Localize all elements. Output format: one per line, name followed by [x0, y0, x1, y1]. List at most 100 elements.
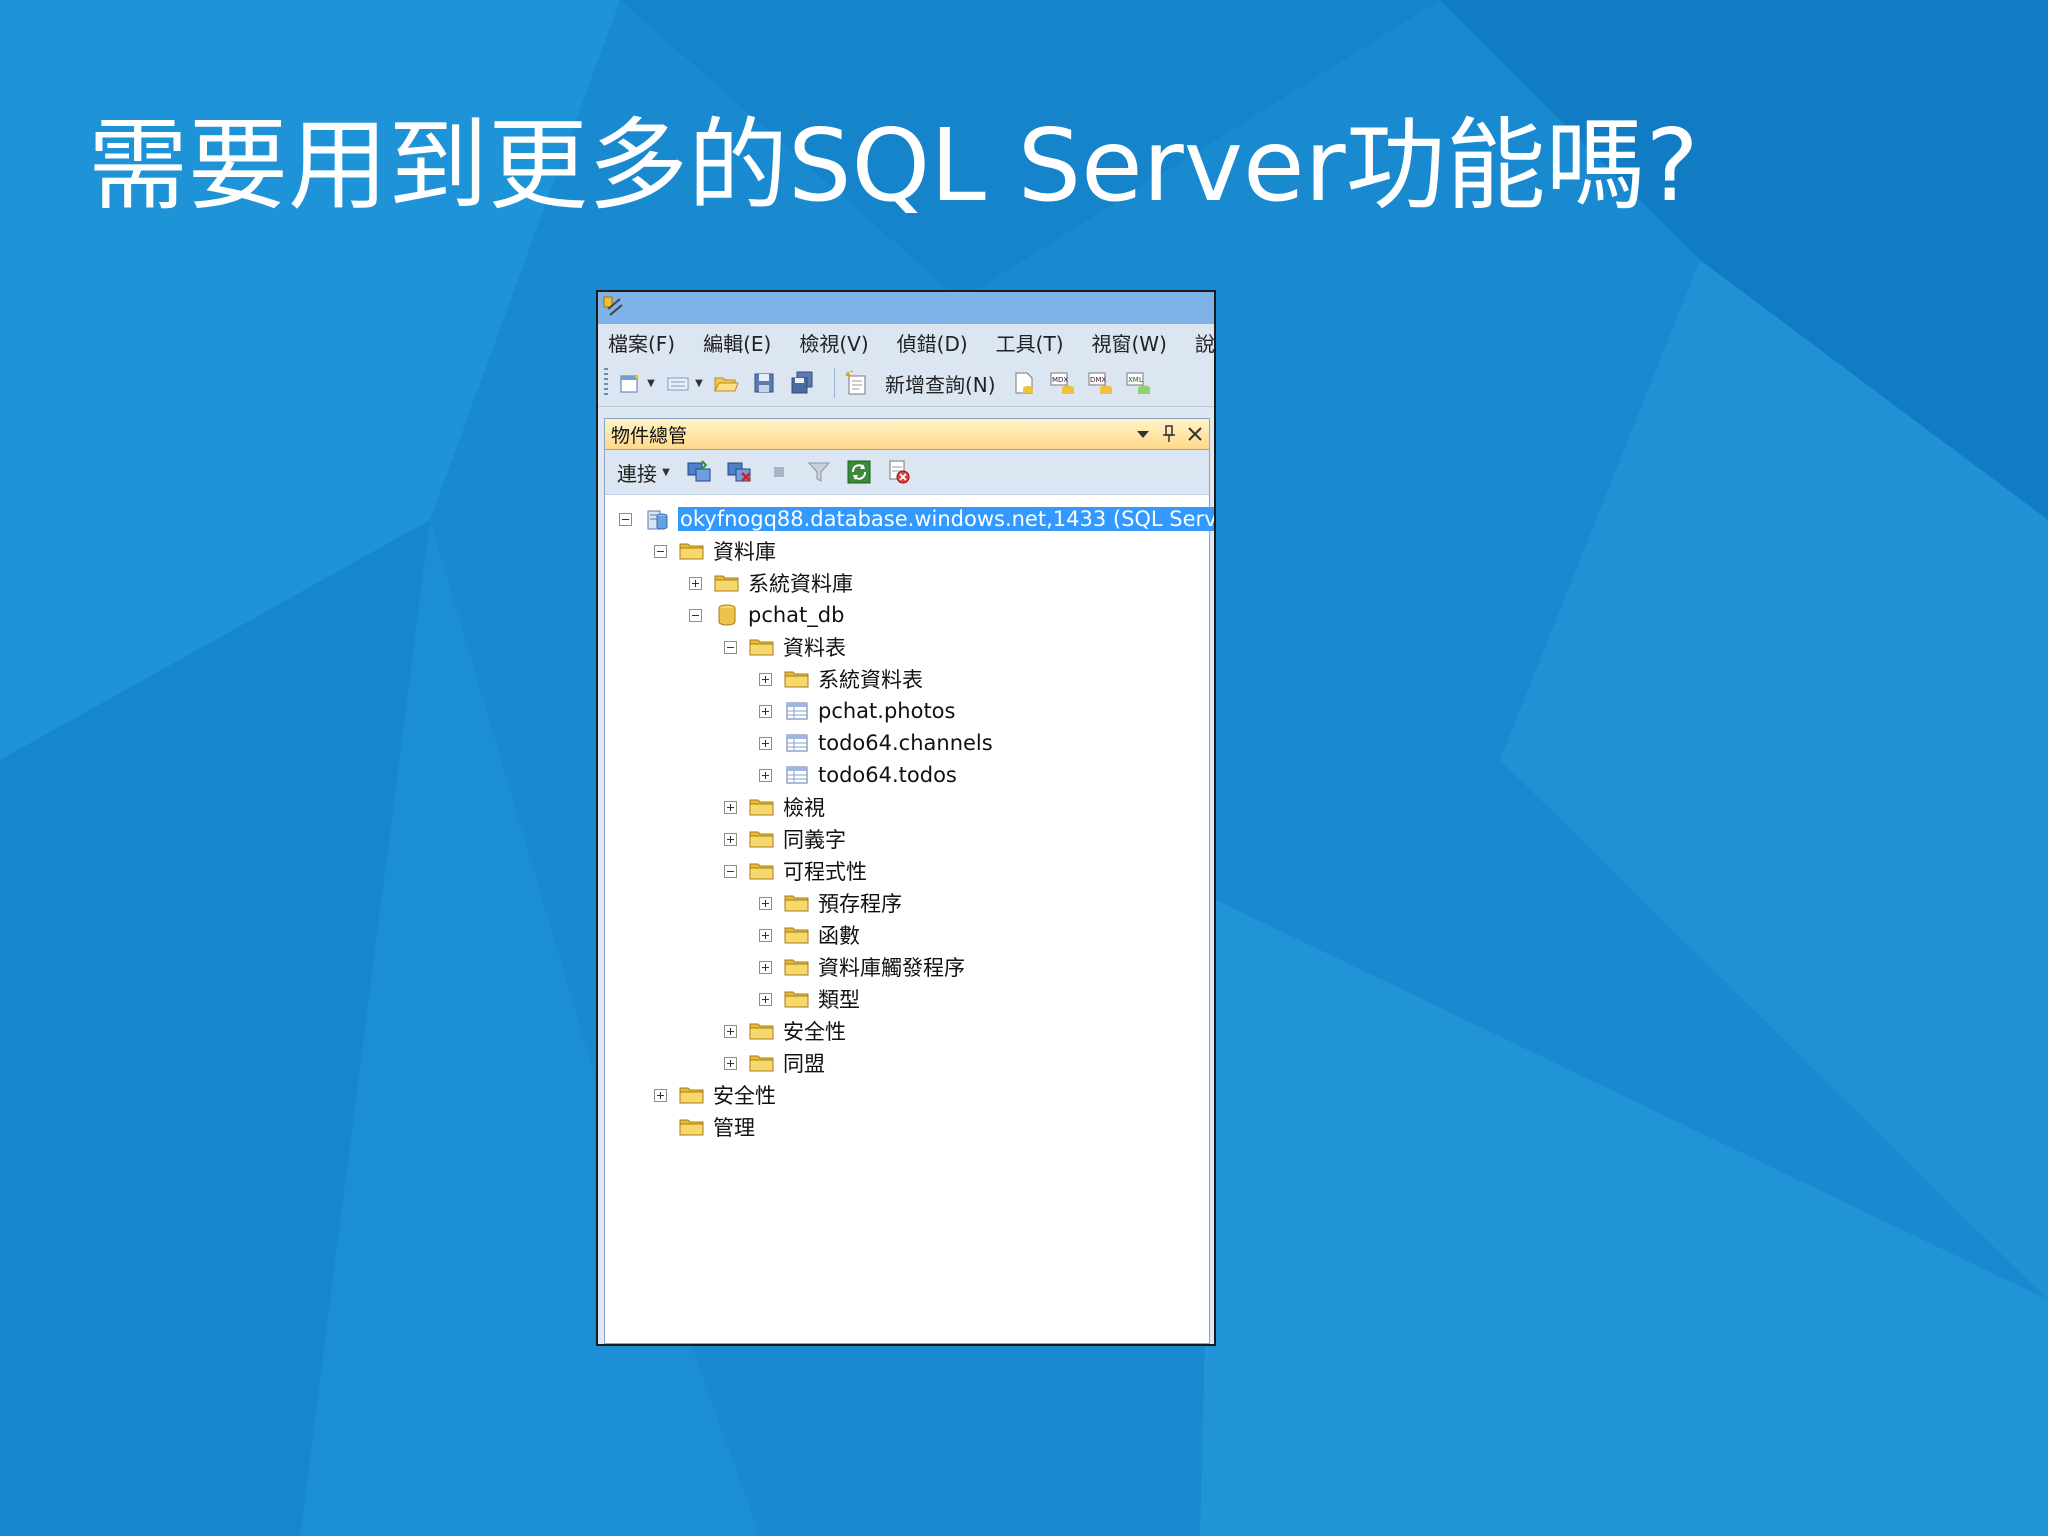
tree-node-label: 系統資料表	[818, 668, 923, 692]
collapse-icon[interactable]	[724, 864, 737, 878]
tree-node-label: 檢視	[783, 796, 825, 820]
connect-server-icon[interactable]	[685, 458, 713, 486]
ssms-app-icon[interactable]	[602, 295, 626, 319]
tree-node[interactable]: pchat_db	[605, 599, 1209, 631]
tree-node[interactable]: 安全性	[605, 1079, 1209, 1111]
expand-icon[interactable]	[724, 1056, 737, 1070]
menu-help[interactable]: 說	[1195, 328, 1214, 357]
tree-node[interactable]: 預存程序	[605, 887, 1209, 919]
xmla-query-icon[interactable]: XML	[1124, 369, 1152, 397]
collapse-icon[interactable]	[654, 544, 667, 558]
folder-icon	[784, 892, 810, 914]
menu-view[interactable]: 檢視(V)	[799, 328, 868, 357]
expand-icon[interactable]	[724, 832, 737, 846]
table-icon	[784, 764, 810, 786]
menu-edit[interactable]: 編輯(E)	[703, 328, 771, 357]
expand-icon[interactable]	[759, 896, 772, 910]
database-engine-query-icon[interactable]	[1010, 369, 1038, 397]
tree-node[interactable]: 函數	[605, 919, 1209, 951]
mdx-query-icon[interactable]: MDX	[1048, 369, 1076, 397]
tree-node[interactable]: todo64.todos	[605, 759, 1209, 791]
tree-node-label: 安全性	[783, 1020, 846, 1044]
collapse-icon[interactable]	[619, 512, 632, 526]
folder-icon	[749, 860, 775, 882]
tree-node[interactable]: 同盟	[605, 1047, 1209, 1079]
object-explorer-panel: 物件總管 連接 ▼ okyfnogq88.database.windows.ne…	[604, 418, 1214, 1344]
menu-bar: 檔案(F) 編輯(E) 檢視(V) 偵錯(D) 工具(T) 視窗(W) 說	[598, 324, 1214, 360]
connect-button[interactable]: 連接	[617, 458, 657, 487]
tree-node[interactable]: 資料庫觸發程序	[605, 951, 1209, 983]
new-query-icon[interactable]	[843, 369, 871, 397]
dmx-query-icon[interactable]: DMX	[1086, 369, 1114, 397]
svg-text:MDX: MDX	[1052, 376, 1068, 384]
expand-icon[interactable]	[724, 1024, 737, 1038]
tree-node[interactable]: 同義字	[605, 823, 1209, 855]
menu-window[interactable]: 視窗(W)	[1092, 328, 1167, 357]
collapse-icon[interactable]	[724, 640, 737, 654]
object-explorer-tree: okyfnogq88.database.windows.net,1433 (SQ…	[605, 495, 1214, 1143]
expand-icon[interactable]	[654, 1088, 667, 1102]
close-icon[interactable]	[1187, 424, 1203, 444]
filter-icon[interactable]	[805, 458, 833, 486]
save-icon[interactable]	[750, 369, 778, 397]
folder-icon	[714, 572, 740, 594]
tree-node-label: 資料庫觸發程序	[818, 956, 965, 980]
expand-icon[interactable]	[759, 768, 772, 782]
tree-node[interactable]: 系統資料表	[605, 663, 1209, 695]
pin-icon[interactable]	[1161, 424, 1177, 444]
expand-icon[interactable]	[759, 672, 772, 686]
standard-toolbar: ▼ ▼ 新增查詢(N) MDX DMX XML	[598, 360, 1214, 407]
activity-monitor-icon[interactable]	[885, 458, 913, 486]
tree-node-label: 系統資料庫	[748, 572, 853, 596]
folder-icon	[784, 956, 810, 978]
expand-icon[interactable]	[759, 928, 772, 942]
window-position-dropdown-icon[interactable]	[1135, 424, 1151, 444]
expand-icon[interactable]	[759, 960, 772, 974]
expand-icon[interactable]	[759, 736, 772, 750]
expand-icon[interactable]	[759, 992, 772, 1006]
refresh-icon[interactable]	[845, 458, 873, 486]
tree-node-label: 同義字	[783, 828, 846, 852]
tree-node[interactable]: 類型	[605, 983, 1209, 1015]
tree-node[interactable]: todo64.channels	[605, 727, 1209, 759]
tree-node[interactable]: okyfnogq88.database.windows.net,1433 (SQ…	[605, 503, 1214, 535]
object-explorer-header: 物件總管	[605, 419, 1209, 450]
folder-icon	[749, 796, 775, 818]
ssms-window: 檔案(F) 編輯(E) 檢視(V) 偵錯(D) 工具(T) 視窗(W) 說 ▼ …	[596, 290, 1216, 1346]
tree-node[interactable]: 檢視	[605, 791, 1209, 823]
tree-node-label: okyfnogq88.database.windows.net,1433 (SQ…	[678, 507, 1214, 531]
object-explorer-toolbar: 連接 ▼	[605, 450, 1209, 495]
new-query-button[interactable]: 新增查詢(N)	[885, 369, 996, 398]
tree-node-label: 函數	[818, 924, 860, 948]
tree-node-label: 類型	[818, 988, 860, 1012]
tree-node[interactable]: 系統資料庫	[605, 567, 1209, 599]
tree-node[interactable]: pchat.photos	[605, 695, 1209, 727]
tree-node[interactable]: 安全性	[605, 1015, 1209, 1047]
window-titlebar	[598, 292, 1214, 324]
menu-tools[interactable]: 工具(T)	[996, 328, 1064, 357]
disconnect-server-icon[interactable]	[725, 458, 753, 486]
open-folder-icon[interactable]	[712, 369, 740, 397]
expand-icon[interactable]	[689, 576, 702, 590]
add-item-dropdown-icon[interactable]: ▼	[694, 369, 704, 397]
tree-node[interactable]: 資料表	[605, 631, 1209, 663]
collapse-icon[interactable]	[689, 608, 702, 622]
folder-icon	[749, 828, 775, 850]
add-item-icon[interactable]	[664, 369, 692, 397]
slide-title: 需要用到更多的SQL Server功能嗎?	[88, 107, 1699, 224]
folder-icon	[784, 668, 810, 690]
tree-node-label: 同盟	[783, 1052, 825, 1076]
tree-node[interactable]: 管理	[605, 1111, 1209, 1143]
toolbar-grip[interactable]	[604, 368, 608, 398]
new-project-dropdown-icon[interactable]: ▼	[646, 369, 656, 397]
save-all-icon[interactable]	[788, 369, 816, 397]
stop-icon[interactable]	[765, 458, 793, 486]
tree-node[interactable]: 資料庫	[605, 535, 1209, 567]
expand-icon[interactable]	[724, 800, 737, 814]
new-project-icon[interactable]	[616, 369, 644, 397]
expand-icon[interactable]	[759, 704, 772, 718]
menu-file[interactable]: 檔案(F)	[608, 328, 675, 357]
menu-debug[interactable]: 偵錯(D)	[897, 328, 968, 357]
connect-dropdown-icon[interactable]: ▼	[661, 458, 671, 486]
tree-node[interactable]: 可程式性	[605, 855, 1209, 887]
